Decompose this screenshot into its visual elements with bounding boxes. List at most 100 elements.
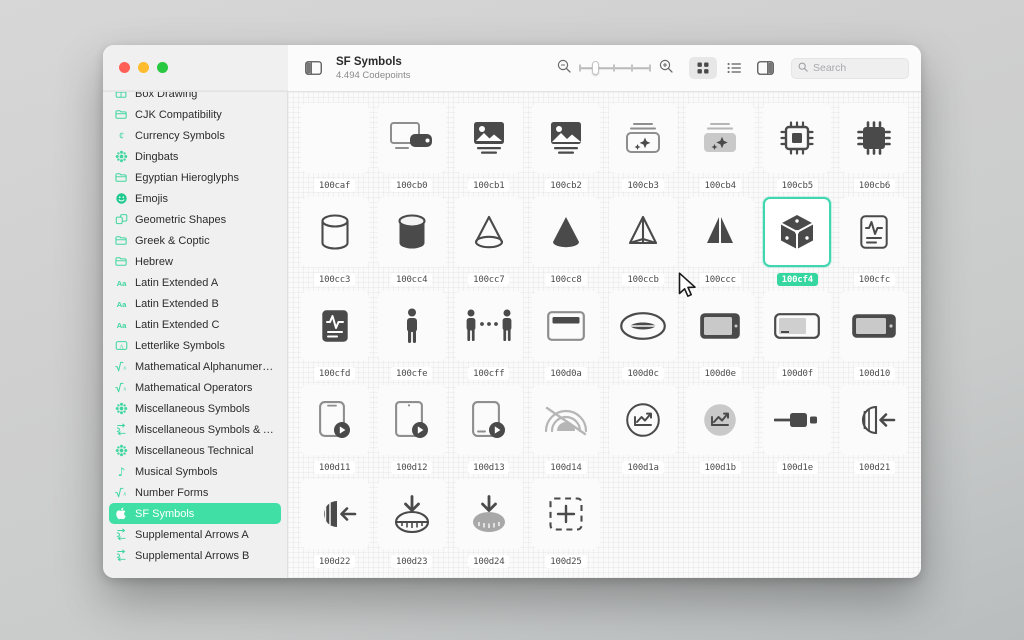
glyph-tile[interactable] [686,385,755,455]
close-button[interactable] [119,62,130,73]
sidebar-item-miscellaneous-symbols[interactable]: Miscellaneous Symbols [109,398,281,419]
sidebar-item-latin-extended-b[interactable]: Aa Latin Extended B [109,293,281,314]
glyph-cell[interactable]: 100d0e [682,286,759,380]
glyph-cell[interactable]: 100cc8 [527,192,604,286]
zoom-in-icon[interactable] [659,59,673,78]
glyph-cell[interactable]: 100cb6 [836,98,913,192]
glyph-cell[interactable]: 100d0a [527,286,604,380]
glyph-tile[interactable] [763,197,832,267]
sidebar-item-supplemental-arrows-a[interactable]: Supplemental Arrows A [109,524,281,545]
glyph-cell[interactable]: 100cb1 [450,98,527,192]
glyph-cell[interactable]: 100d10 [836,286,913,380]
sidebar-item-number-forms[interactable]: x Number Forms [109,482,281,503]
glyph-tile[interactable] [840,103,909,173]
sidebar-item-currency-symbols[interactable]: ¢ Currency Symbols [109,125,281,146]
glyph-cell[interactable]: 100ccc [682,192,759,286]
sidebar-item-latin-extended-a[interactable]: Aa Latin Extended A [109,272,281,293]
glyph-tile[interactable] [840,291,909,361]
sidebar-toggle-icon[interactable] [300,56,326,80]
sidebar-item-dingbats[interactable]: Dingbats [109,146,281,167]
glyph-cell[interactable]: 100cb4 [682,98,759,192]
glyph-tile[interactable] [609,385,678,455]
sidebar-item-emojis[interactable]: Emojis [109,188,281,209]
glyph-tile[interactable] [531,291,600,361]
glyph-cell[interactable]: 100d11 [296,380,373,474]
glyph-tile[interactable] [531,197,600,267]
glyph-tile[interactable] [454,291,523,361]
glyph-cell[interactable]: 100cb2 [527,98,604,192]
glyph-tile[interactable] [454,385,523,455]
glyph-tile[interactable] [531,479,600,549]
glyph-tile[interactable] [300,291,369,361]
glyph-tile[interactable] [300,197,369,267]
sidebar-item-miscellaneous-symbols-a[interactable]: Miscellaneous Symbols & A... [109,419,281,440]
glyph-tile[interactable] [531,103,600,173]
glyph-tile[interactable] [377,103,446,173]
glyph-tile[interactable] [763,385,832,455]
glyph-tile[interactable] [840,197,909,267]
sidebar-item-box-drawing[interactable]: Box Drawing [109,92,281,104]
glyph-tile[interactable] [377,291,446,361]
glyph-cell[interactable]: 100d0f [759,286,836,380]
glyph-cell[interactable]: 100cb0 [373,98,450,192]
glyph-cell[interactable]: 100cfe [373,286,450,380]
glyph-tile[interactable] [686,103,755,173]
glyph-tile[interactable] [609,291,678,361]
glyph-cell[interactable]: 100d0c [605,286,682,380]
glyph-tile[interactable] [763,291,832,361]
sidebar-item-mathematical-alphanumeric[interactable]: x Mathematical Alphanumeric... [109,356,281,377]
glyph-cell[interactable]: 100d21 [836,380,913,474]
sidebar-item-supplemental-arrows-b[interactable]: Supplemental Arrows B [109,545,281,566]
glyph-tile[interactable] [840,385,909,455]
glyph-tile[interactable] [300,479,369,549]
glyph-cell[interactable]: 100d1e [759,380,836,474]
sidebar-item-cjk-compatibility[interactable]: CJK Compatibility [109,104,281,125]
sidebar-item-egyptian-hieroglyphs[interactable]: Egyptian Hieroglyphs [109,167,281,188]
glyph-cell[interactable]: 100d12 [373,380,450,474]
glyph-cell[interactable]: 100cc3 [296,192,373,286]
detail-panel-icon[interactable] [751,57,779,79]
maximize-button[interactable] [157,62,168,73]
sidebar-item-musical-symbols[interactable]: ♪ Musical Symbols [109,461,281,482]
sidebar-item-latin-extended-c[interactable]: Aa Latin Extended C [109,314,281,335]
zoom-out-icon[interactable] [557,59,571,78]
glyph-tile[interactable] [454,479,523,549]
glyph-cell[interactable]: 100d13 [450,380,527,474]
glyph-cell[interactable]: 100cf4 [759,192,836,286]
glyph-tile[interactable] [531,385,600,455]
zoom-slider[interactable] [579,61,651,75]
glyph-cell[interactable]: 100d25 [527,474,604,568]
glyph-cell[interactable]: 100cff [450,286,527,380]
glyph-cell[interactable]: 100cc4 [373,192,450,286]
glyph-grid-panel[interactable]: 100caf 100cb0 100cb1 100cb2 100cb3 100cb4 100c… [288,92,921,578]
glyph-cell[interactable]: 100cb5 [759,98,836,192]
sidebar-item-hebrew[interactable]: Hebrew [109,251,281,272]
glyph-tile[interactable] [686,291,755,361]
glyph-cell[interactable]: 100caf [296,98,373,192]
glyph-cell[interactable]: 100d1a [605,380,682,474]
slider-knob[interactable] [592,61,599,75]
minimize-button[interactable] [138,62,149,73]
glyph-cell[interactable]: 100cc7 [450,192,527,286]
sidebar-item-sf-symbols[interactable]: SF Symbols [109,503,281,524]
glyph-tile[interactable] [454,197,523,267]
glyph-cell[interactable]: 100d24 [450,474,527,568]
sidebar-item-miscellaneous-technical[interactable]: Miscellaneous Technical [109,440,281,461]
sidebar-item-mathematical-operators[interactable]: x Mathematical Operators [109,377,281,398]
glyph-cell[interactable]: 100d22 [296,474,373,568]
glyph-tile[interactable] [609,197,678,267]
glyph-cell[interactable]: 100cfc [836,192,913,286]
glyph-cell[interactable]: 100d1b [682,380,759,474]
sidebar[interactable]: Box Drawing CJK Compatibility ¢ Currency Sy… [103,92,288,578]
glyph-cell[interactable]: 100d23 [373,474,450,568]
glyph-tile[interactable] [377,479,446,549]
glyph-cell[interactable]: 100d14 [527,380,604,474]
grid-view-icon[interactable] [689,57,717,79]
glyph-tile[interactable] [763,103,832,173]
sidebar-item-greek-coptic[interactable]: Greek & Coptic [109,230,281,251]
glyph-tile[interactable] [300,103,369,173]
glyph-cell[interactable]: 100ccb [605,192,682,286]
glyph-tile[interactable] [686,197,755,267]
glyph-tile[interactable] [377,385,446,455]
glyph-tile[interactable] [609,103,678,173]
